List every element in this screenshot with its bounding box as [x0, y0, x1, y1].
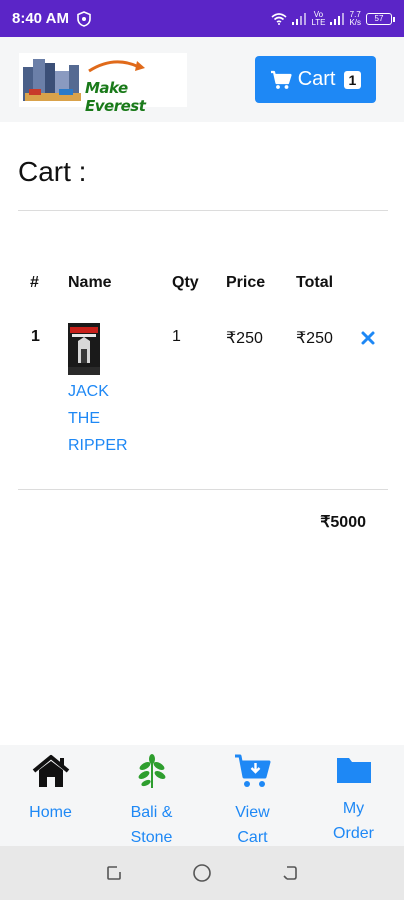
nav-label-my-order-line-1: My — [342, 800, 365, 817]
cart-button-label: Cart — [297, 68, 336, 90]
system-navigation-bar — [0, 846, 404, 900]
cart-button[interactable]: Cart 1 — [255, 56, 376, 103]
remove-item-close-icon[interactable] — [360, 330, 376, 346]
nav-item-my-order[interactable]: My Order — [303, 745, 404, 846]
row-total: ₹250 — [296, 330, 333, 347]
column-header-total: Total — [296, 274, 334, 291]
home-circle-icon — [193, 864, 211, 882]
title-divider — [18, 210, 388, 211]
home-icon — [32, 753, 70, 789]
product-name-line-1: JACK — [68, 383, 109, 400]
battery-icon: 57 — [366, 12, 395, 25]
folder-icon — [335, 753, 373, 785]
net-speed: 7.7 K/s — [349, 10, 361, 27]
logo-text: Make Everest — [85, 79, 146, 115]
nav-label-my-order-line-2: Order — [333, 825, 374, 842]
signal-icon — [292, 12, 307, 25]
home-system-button[interactable] — [192, 863, 212, 883]
grand-total: ₹5000 — [320, 514, 366, 531]
nav-label-view-cart: View Cart — [235, 800, 269, 850]
nav-item-bali-stone[interactable]: Bali & Stone — [101, 745, 202, 846]
column-header-index: # — [30, 274, 39, 291]
app-header: Make Everest Cart 1 — [0, 37, 404, 122]
shield-icon — [77, 10, 91, 27]
nav-label-my-order: My Order — [333, 796, 374, 846]
product-name-line-2: THE — [68, 410, 100, 427]
signal-icon-2 — [330, 12, 345, 25]
column-header-name: Name — [68, 274, 112, 291]
product-name-line-3: RIPPER — [68, 437, 128, 454]
status-bar: 8:40 AM Vo LTE 7.7 K/s 57 — [0, 0, 404, 37]
back-icon — [283, 866, 297, 880]
cart-count-badge: 1 — [343, 70, 362, 89]
nav-label-home: Home — [29, 800, 72, 825]
nav-label-bali-stone: Bali & Stone — [131, 800, 173, 850]
nav-item-home[interactable]: Home — [0, 745, 101, 846]
book-cover-image[interactable] — [68, 323, 100, 375]
status-time: 8:40 AM — [12, 10, 69, 27]
column-header-price: Price — [226, 274, 266, 291]
nav-label-bali-stone-line-1: Bali & — [130, 804, 173, 821]
page-title: Cart : — [18, 156, 87, 187]
recent-apps-button[interactable] — [104, 863, 124, 883]
column-header-qty: Qty — [172, 274, 199, 291]
back-button[interactable] — [280, 863, 300, 883]
shopping-cart-icon — [270, 70, 292, 89]
nav-label-view-cart-line-1: View — [235, 804, 270, 821]
product-name-link[interactable]: JACK THE RIPPER — [68, 378, 148, 459]
table-divider — [18, 489, 388, 490]
status-icons: Vo LTE 7.7 K/s 57 — [271, 9, 395, 27]
row-price: ₹250 — [226, 330, 263, 347]
leaf-icon — [133, 753, 171, 789]
recent-apps-icon — [107, 866, 121, 880]
nav-item-view-cart[interactable]: View Cart — [202, 745, 303, 846]
volte-indicator: Vo LTE — [311, 9, 326, 27]
row-qty: 1 — [172, 328, 181, 345]
brand-logo[interactable]: Make Everest — [19, 53, 187, 115]
row-index: 1 — [31, 328, 40, 345]
net-speed-unit: K/s — [349, 17, 361, 27]
wifi-icon — [271, 12, 287, 25]
nav-label-home-line-1: Home — [29, 804, 72, 821]
bottom-navigation: Home Bali & Stone View Cart My Order — [0, 745, 404, 846]
cart-download-icon — [234, 753, 272, 789]
